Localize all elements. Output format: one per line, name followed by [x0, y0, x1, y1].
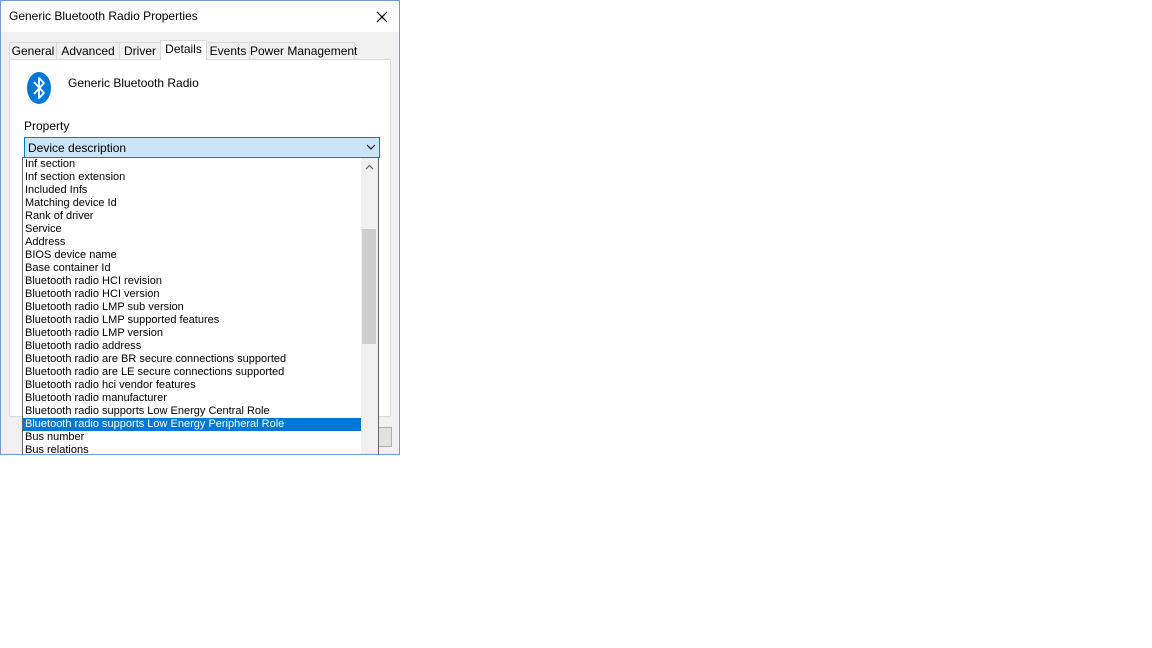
list-item[interactable]: Bluetooth radio LMP supported features	[23, 314, 362, 327]
tab-details[interactable]: Details	[160, 40, 207, 60]
property-selected-value: Device description	[28, 141, 127, 155]
list-item[interactable]: Address	[23, 236, 362, 249]
list-item[interactable]: Rank of driver	[23, 210, 362, 223]
list-item[interactable]: Bluetooth radio address	[23, 340, 362, 353]
list-item[interactable]: Matching device Id	[23, 197, 362, 210]
chevron-down-icon	[366, 144, 376, 150]
device-name: Generic Bluetooth Radio	[68, 76, 199, 90]
chevron-up-icon	[365, 164, 374, 169]
tab-power-management[interactable]: Power Management	[249, 42, 357, 59]
tab-driver[interactable]: Driver	[119, 42, 161, 59]
scroll-up-button[interactable]	[361, 158, 378, 175]
tab-general[interactable]: General	[9, 42, 57, 59]
dropdown-items: Inf section Inf section extension Includ…	[23, 158, 362, 454]
list-item[interactable]: Included Infs	[23, 184, 362, 197]
property-combobox[interactable]: Device description	[24, 137, 380, 158]
scrollbar-thumb[interactable]	[362, 229, 376, 344]
list-item[interactable]: Inf section extension	[23, 171, 362, 184]
list-item[interactable]: Bluetooth radio hci vendor features	[23, 379, 362, 392]
list-item[interactable]: Bluetooth radio are BR secure connection…	[23, 353, 362, 366]
list-item[interactable]: Bluetooth radio LMP sub version	[23, 301, 362, 314]
tab-advanced[interactable]: Advanced	[56, 42, 120, 59]
list-item[interactable]: Bluetooth radio supports Low Energy Cent…	[23, 405, 362, 418]
list-item[interactable]: Inf section	[23, 158, 362, 171]
list-item[interactable]: Bluetooth radio manufacturer	[23, 392, 362, 405]
list-item[interactable]: Bluetooth radio HCI revision	[23, 275, 362, 288]
list-item[interactable]: Service	[23, 223, 362, 236]
tab-events[interactable]: Events	[206, 42, 250, 59]
list-item[interactable]: Bus number	[23, 431, 362, 444]
list-item[interactable]: Bluetooth radio are LE secure connection…	[23, 366, 362, 379]
list-item[interactable]: BIOS device name	[23, 249, 362, 262]
list-item[interactable]: Bus relations	[23, 444, 362, 454]
property-dropdown-list[interactable]: Inf section Inf section extension Includ…	[22, 157, 379, 454]
bluetooth-icon	[27, 72, 51, 104]
property-label: Property	[24, 119, 70, 133]
list-item[interactable]: Base container Id	[23, 262, 362, 275]
list-item-selected[interactable]: Bluetooth radio supports Low Energy Peri…	[23, 418, 362, 431]
close-button[interactable]	[365, 1, 399, 32]
list-item[interactable]: Bluetooth radio HCI version	[23, 288, 362, 301]
list-item[interactable]: Bluetooth radio LMP version	[23, 327, 362, 340]
vertical-scrollbar[interactable]	[361, 158, 378, 454]
close-icon	[376, 11, 388, 22]
window-title: Generic Bluetooth Radio Properties	[9, 9, 198, 23]
title-bar: Generic Bluetooth Radio Properties	[1, 1, 399, 32]
